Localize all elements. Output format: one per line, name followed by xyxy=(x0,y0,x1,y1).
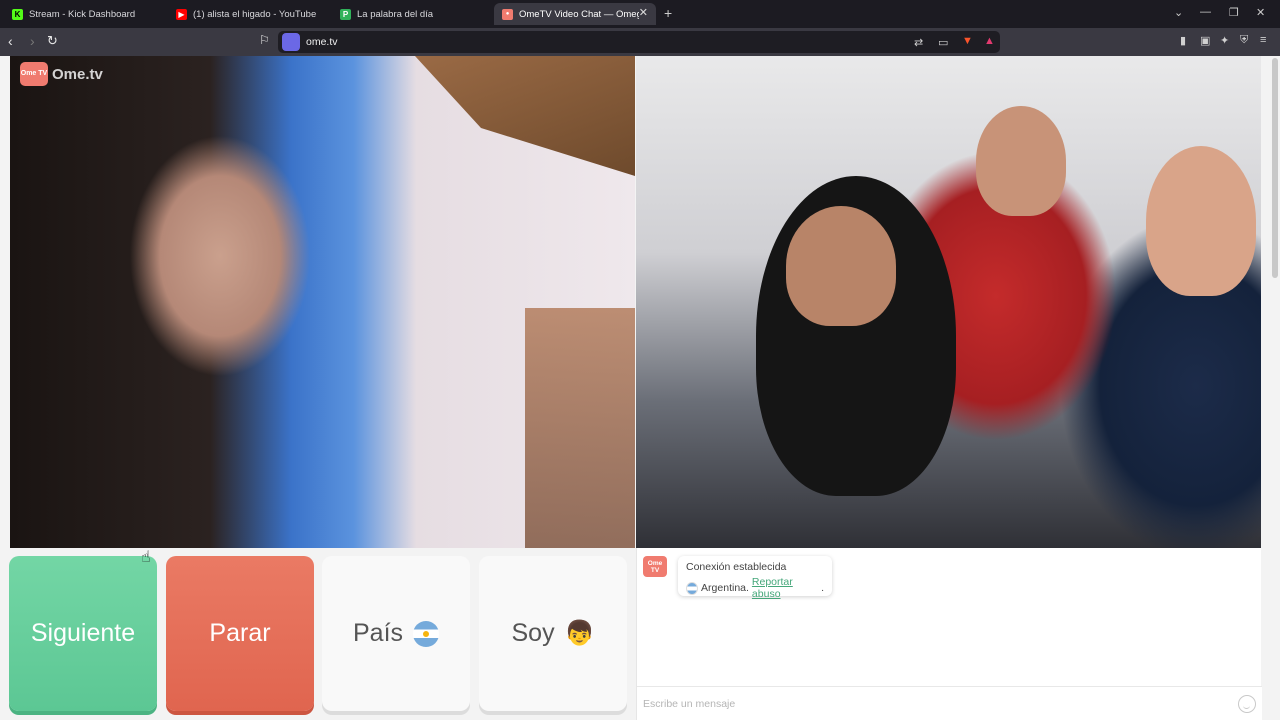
report-abuse-link[interactable]: Reportar abuso xyxy=(752,576,818,600)
minimize-icon[interactable]: — xyxy=(1200,6,1211,18)
message-input[interactable] xyxy=(643,693,1223,715)
url-text: ome.tv xyxy=(306,36,338,48)
stop-label: Parar xyxy=(209,619,271,647)
brave-shield-icon[interactable]: ▼ xyxy=(962,35,973,47)
video-person xyxy=(976,106,1066,216)
report-suffix: . xyxy=(821,582,824,594)
argentina-flag-icon xyxy=(413,620,440,647)
stop-button[interactable]: Parar xyxy=(166,556,314,711)
page-scrollbar[interactable] xyxy=(1272,58,1278,278)
new-tab-button[interactable]: + xyxy=(664,5,672,21)
site-camera-icon xyxy=(282,33,300,51)
mouse-cursor-icon: ☝ xyxy=(141,549,151,566)
forward-icon[interactable]: › xyxy=(30,33,35,49)
close-tab-icon[interactable]: ✕ xyxy=(639,6,648,19)
bookmark-icon[interactable]: ⚐ xyxy=(259,33,270,47)
ometv-logo: Ome TV Ome.tv xyxy=(20,62,103,86)
local-video: Ome TV Ome.tv xyxy=(10,56,635,548)
tab-ometv[interactable]: ● OmeTV Video Chat — Omeg ✕ xyxy=(494,3,656,25)
gender-button[interactable]: Soy 👦 xyxy=(479,556,627,711)
tab-strip: K Stream - Kick Dashboard ▶ (1) alista e… xyxy=(0,0,1280,28)
tab-label: La palabra del día xyxy=(357,8,434,20)
palabra-icon: P xyxy=(340,8,351,20)
chat-panel: Ome TV Conexión establecida Argentina. R… xyxy=(636,548,1262,720)
remote-video xyxy=(636,56,1261,548)
argentina-flag-icon xyxy=(686,581,699,595)
restore-icon[interactable]: ❐ xyxy=(1229,6,1239,19)
rewards-icon[interactable]: ▲ xyxy=(984,35,995,47)
tab-kick[interactable]: K Stream - Kick Dashboard xyxy=(4,3,164,25)
video-background xyxy=(525,308,635,548)
system-message: Conexión establecida Argentina. Reportar… xyxy=(678,556,832,600)
youtube-icon: ▶ xyxy=(176,8,187,20)
kick-icon: K xyxy=(12,8,23,20)
close-window-icon[interactable]: ✕ xyxy=(1256,6,1265,19)
next-label: Siguiente xyxy=(30,619,136,647)
tab-label: OmeTV Video Chat — Omeg xyxy=(519,8,639,20)
sidebar-icon[interactable]: ▮ xyxy=(1180,34,1186,47)
tab-list-icon[interactable]: ⌄ xyxy=(1174,6,1183,19)
video-person xyxy=(1146,146,1256,296)
next-button[interactable]: Siguiente xyxy=(9,556,157,711)
translate-icon[interactable]: ⇄ xyxy=(914,36,923,49)
ometv-avatar-icon: Ome TV xyxy=(643,556,667,577)
vpn-icon[interactable]: ⛨ xyxy=(1240,34,1248,47)
video-background xyxy=(415,56,635,176)
ometv-page: Ome TV Ome.tv Siguiente Parar País Soy 👦… xyxy=(0,56,1280,720)
boy-icon: 👦 xyxy=(564,620,595,647)
wallet-icon[interactable]: ▣ xyxy=(1200,34,1210,47)
partner-country: Argentina. xyxy=(701,582,749,594)
address-toolbar: ‹ › ↻ ⚐ ome.tv ⇄ ▭ ▼ ▲ ▮ ▣ ✦ ⛨ ≡ xyxy=(0,28,1280,56)
message-input-bar xyxy=(637,686,1262,720)
logo-text: Ome.tv xyxy=(52,65,103,83)
tab-label: (1) alista el higado - YouTube xyxy=(193,8,317,20)
reload-icon[interactable]: ↻ xyxy=(47,33,58,49)
gender-label: Soy xyxy=(511,619,555,647)
ometv-icon: ● xyxy=(502,8,513,20)
back-icon[interactable]: ‹ xyxy=(8,33,13,49)
ometv-badge-icon: Ome TV xyxy=(20,62,48,86)
country-label: País xyxy=(352,619,404,647)
tab-youtube[interactable]: ▶ (1) alista el higado - YouTube xyxy=(168,3,328,25)
connection-status: Conexión establecida xyxy=(686,561,787,573)
tab-label: Stream - Kick Dashboard xyxy=(29,8,136,20)
menu-icon[interactable]: ≡ xyxy=(1260,34,1266,46)
tab-palabra[interactable]: P La palabra del día xyxy=(332,3,492,25)
leo-ai-icon[interactable]: ✦ xyxy=(1220,34,1229,47)
video-person xyxy=(786,206,896,326)
cast-icon[interactable]: ▭ xyxy=(938,36,948,49)
emoji-icon[interactable] xyxy=(1238,695,1256,713)
country-button[interactable]: País xyxy=(322,556,470,711)
address-bar[interactable]: ome.tv ⇄ ▭ ▼ ▲ xyxy=(278,31,1000,53)
